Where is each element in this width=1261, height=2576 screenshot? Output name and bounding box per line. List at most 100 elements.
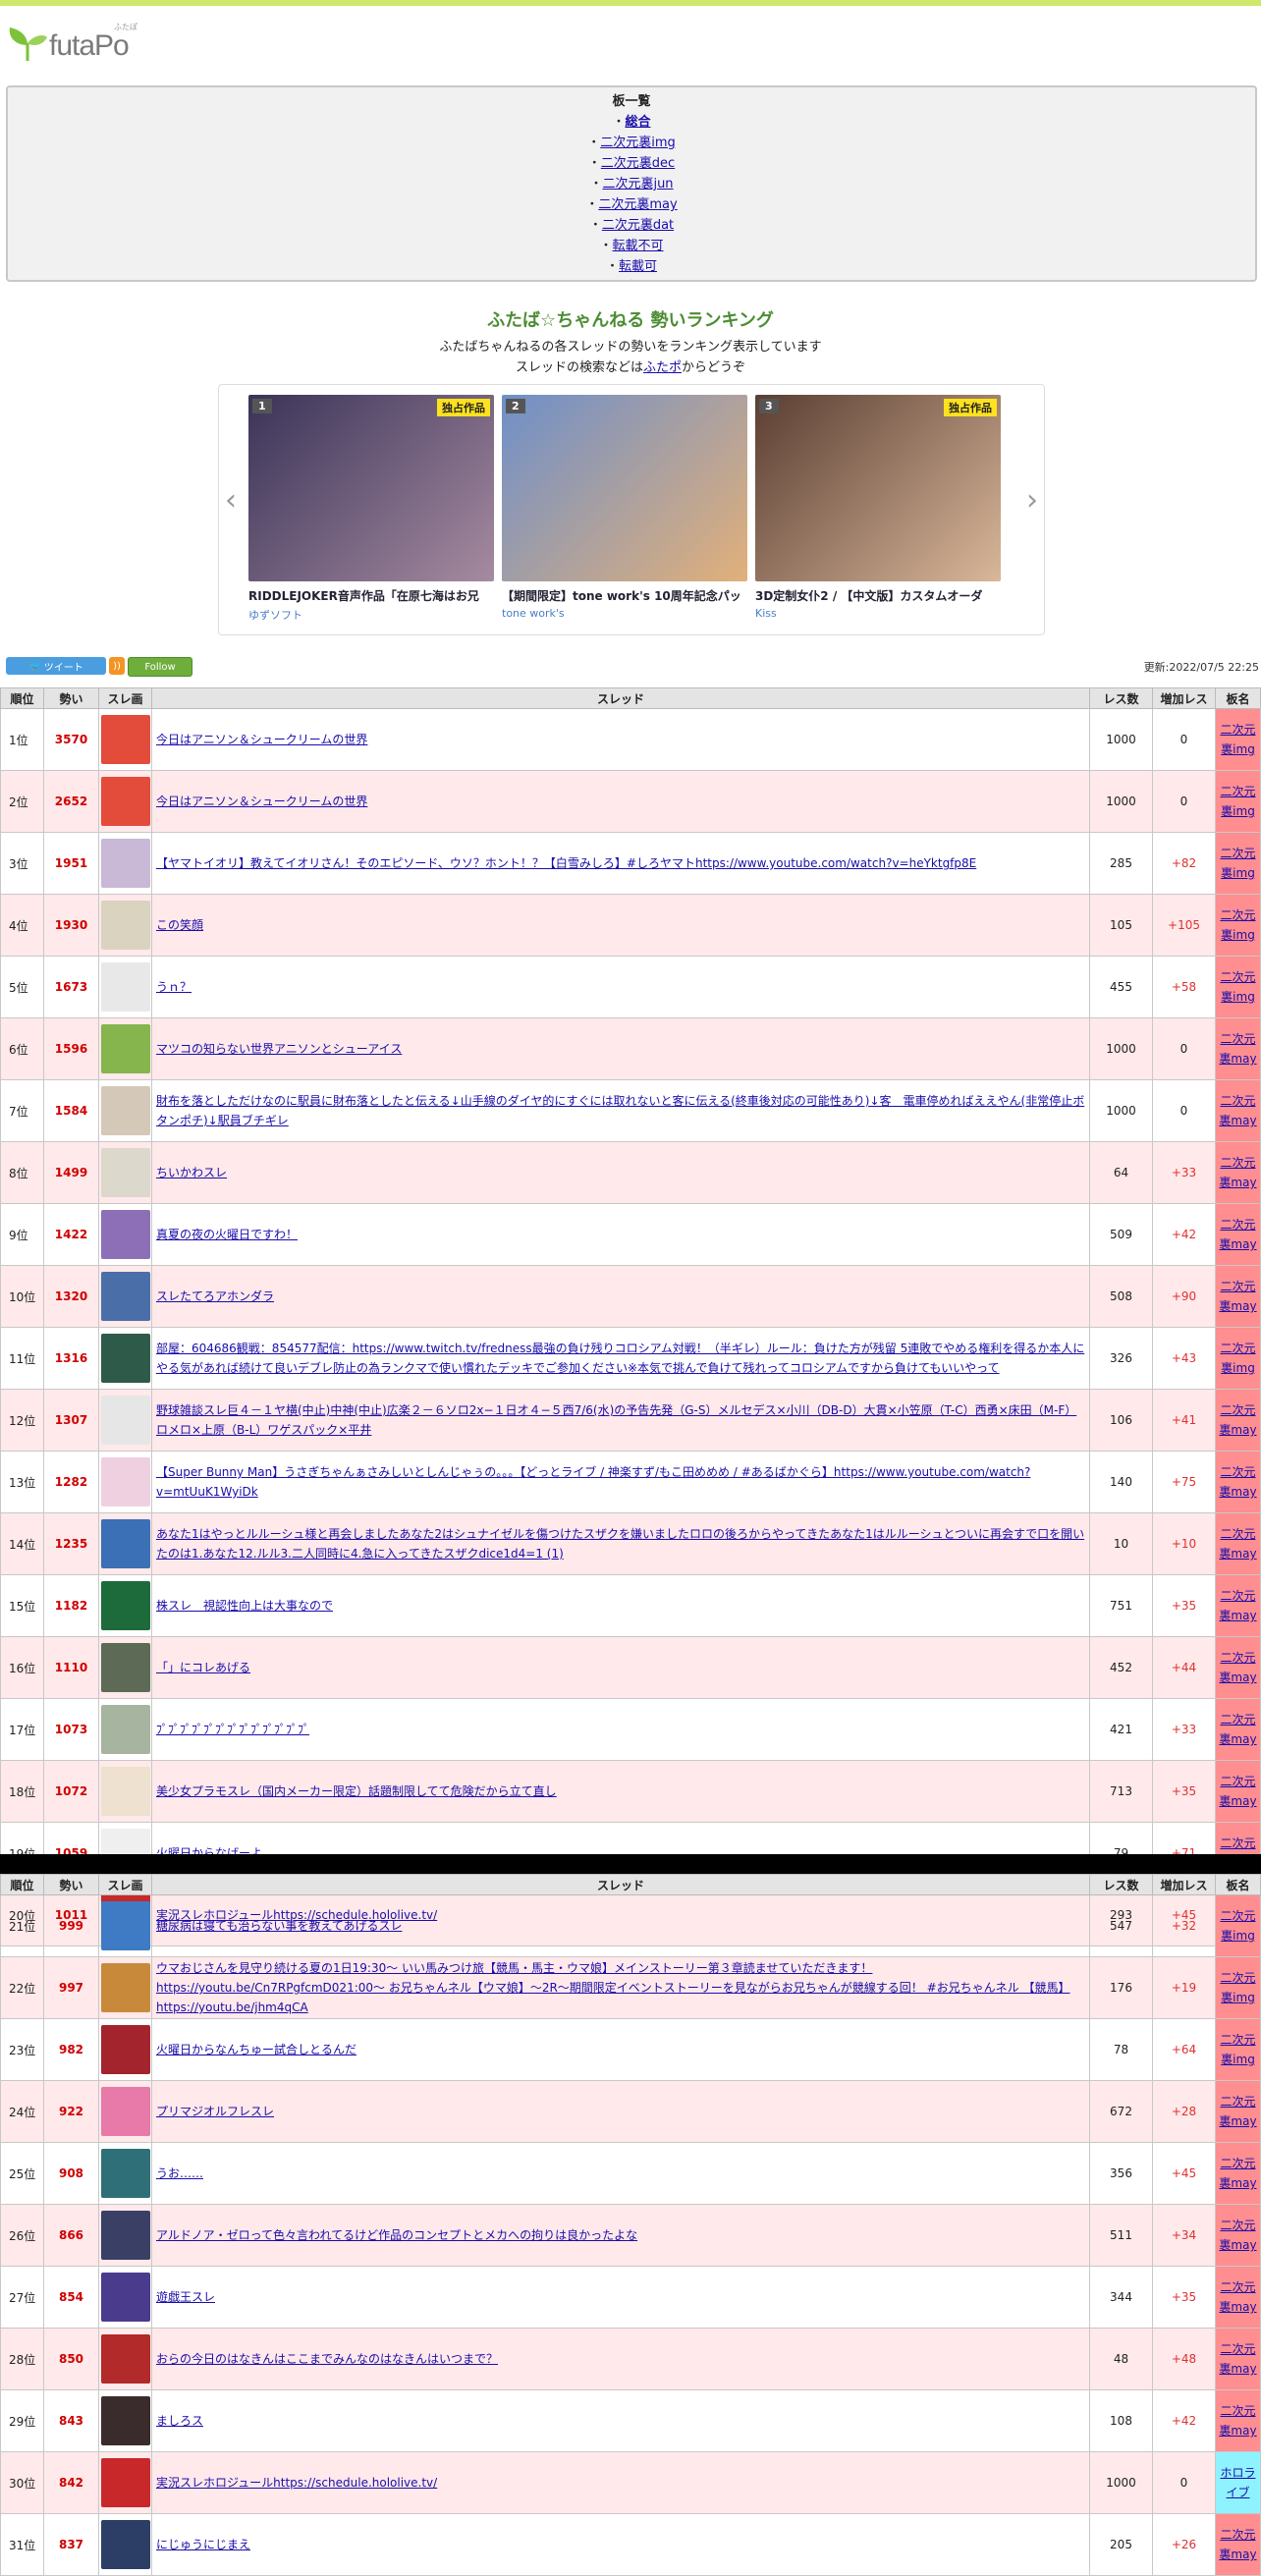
thread-thumbnail[interactable] bbox=[98, 2204, 152, 2267]
board-name-link[interactable]: 二次元裏may bbox=[1219, 2528, 1256, 2561]
thread-link[interactable]: 美少女プラモスレ（国内メーカー限定）話題制限してて危険だから立て直し bbox=[156, 1784, 557, 1798]
thread-link[interactable]: 野球雑談スレ巨４－１ヤ横(中止)中神(中止)広楽２－６ソロ2x−１日オ４−５西7… bbox=[156, 1403, 1076, 1437]
slide-brand[interactable]: tone work's bbox=[502, 607, 747, 620]
board-name-link[interactable]: ホロライブ bbox=[1220, 2466, 1255, 2499]
board-name-link[interactable]: 二次元裏img bbox=[1220, 1971, 1255, 2004]
thread-thumbnail[interactable] bbox=[98, 1389, 152, 1452]
board-link[interactable]: 転載可 bbox=[619, 259, 657, 274]
thread-thumbnail[interactable] bbox=[98, 708, 152, 771]
thread-link[interactable]: 火曜日からなんちゅー試合しとるんだ bbox=[156, 2043, 356, 2056]
thread-link[interactable]: 財布を落としただけなのに駅員に財布落としたと伝える↓山手線のダイヤ的にすぐには取… bbox=[156, 1094, 1084, 1127]
board-name-link[interactable]: 二次元裏may bbox=[1219, 1775, 1256, 1808]
slide-caption[interactable]: RIDDLEJOKER音声作品「在原七海はお兄 bbox=[248, 587, 494, 604]
board-name-link[interactable]: 二次元裏may bbox=[1219, 1280, 1256, 1313]
thread-thumbnail[interactable] bbox=[98, 2080, 152, 2143]
thread-thumbnail[interactable] bbox=[98, 1512, 152, 1575]
thread-link[interactable]: ﾌﾟﾌﾟﾌﾟﾌﾟﾌﾟﾌﾟﾌﾟﾌﾟﾌﾟﾌﾟﾌﾟﾌﾟﾌﾟ bbox=[156, 1723, 309, 1736]
tweet-button[interactable]: 🐦 ツイート bbox=[6, 657, 106, 675]
thread-thumbnail[interactable] bbox=[98, 1203, 152, 1266]
thread-thumbnail[interactable] bbox=[98, 1956, 152, 2019]
thread-thumbnail[interactable] bbox=[98, 832, 152, 895]
thread-link[interactable]: 部屋：604686観戦：854577配信：https://www.twitch.… bbox=[156, 1342, 1084, 1375]
board-name-link[interactable]: 二次元裏may bbox=[1219, 1589, 1256, 1622]
board-name-link[interactable]: 二次元裏may bbox=[1219, 1032, 1256, 1066]
slide-caption[interactable]: 3D定制女仆2 / 【中文版】カスタムオーダ bbox=[755, 587, 1001, 604]
board-name-link[interactable]: 二次元裏img bbox=[1220, 785, 1255, 818]
board-name-link[interactable]: 二次元裏img bbox=[1220, 1342, 1255, 1375]
thread-link[interactable]: アルドノア・ゼロって色々言われてるけど作品のコンセプトとメカへの拘りは良かったよ… bbox=[156, 2228, 637, 2242]
board-name-link[interactable]: 二次元裏may bbox=[1219, 2404, 1256, 2438]
thread-link[interactable]: 株スレ 視認性向上は大事なので bbox=[156, 1599, 333, 1613]
board-link[interactable]: 二次元裏dat bbox=[602, 218, 674, 233]
thread-thumbnail[interactable] bbox=[98, 1574, 152, 1637]
board-link[interactable]: 二次元裏may bbox=[598, 197, 677, 212]
board-name-link[interactable]: 二次元裏img bbox=[1220, 2033, 1255, 2066]
board-link[interactable]: 転載不可 bbox=[613, 239, 664, 253]
thread-link[interactable]: ましろス bbox=[156, 2414, 203, 2428]
thread-thumbnail[interactable] bbox=[98, 770, 152, 833]
board-name-link[interactable]: 二次元裏may bbox=[1219, 1713, 1256, 1746]
thread-thumbnail[interactable] bbox=[98, 2266, 152, 2329]
board-name-link[interactable]: 二次元裏may bbox=[1219, 2219, 1256, 2252]
thread-thumbnail[interactable] bbox=[98, 1265, 152, 1328]
thread-thumbnail[interactable] bbox=[98, 2142, 152, 2205]
board-link[interactable]: 二次元… bbox=[613, 280, 664, 282]
board-name-link[interactable]: 二次元裏img bbox=[1220, 908, 1255, 942]
thread-thumbnail[interactable] bbox=[98, 1894, 152, 1957]
board-name-link[interactable]: 二次元裏img bbox=[1220, 723, 1255, 756]
board-link[interactable]: 二次元裏dec bbox=[601, 156, 675, 171]
thread-link[interactable]: 糖尿病は寝ても治らない事を教えてあげるスレ bbox=[156, 1919, 402, 1933]
thread-link[interactable]: うｎ？ bbox=[156, 980, 192, 994]
thread-thumbnail[interactable] bbox=[98, 1141, 152, 1204]
thread-link[interactable]: 今日はアニソン＆シュークリームの世界 bbox=[156, 733, 367, 746]
slide-image[interactable]: 3 独占作品 bbox=[755, 395, 1001, 581]
thread-link[interactable]: マツコの知らない世界アニソンとシューアイス bbox=[156, 1042, 402, 1056]
board-name-link[interactable]: 二次元裏may bbox=[1219, 1403, 1256, 1437]
carousel-prev-arrow-icon[interactable]: ‹ bbox=[225, 483, 237, 518]
slide-caption[interactable]: 【期間限定】tone work's 10周年記念パッ bbox=[502, 587, 747, 604]
thread-link[interactable]: 真夏の夜の火曜日ですわ！ bbox=[156, 1228, 298, 1241]
thread-link[interactable]: 【Super Bunny Man】うさぎちゃんぁさみしいとしんじゃぅの。。。【ど… bbox=[156, 1465, 1030, 1499]
site-logo[interactable]: futaPo ふたぽ bbox=[6, 20, 143, 65]
board-name-link[interactable]: 二次元裏may bbox=[1219, 1156, 1256, 1189]
thread-link[interactable]: ちいかわスレ bbox=[156, 1166, 227, 1179]
board-name-link[interactable]: 二次元裏img bbox=[1220, 970, 1255, 1004]
carousel-slide[interactable]: 3 独占作品 3D定制女仆2 / 【中文版】カスタムオーダ Kiss bbox=[755, 395, 1001, 620]
thread-thumbnail[interactable] bbox=[98, 894, 152, 957]
carousel-slide[interactable]: 1 独占作品 RIDDLEJOKER音声作品「在原七海はお兄 ゆずソフト bbox=[248, 395, 494, 623]
thread-link[interactable]: あなた1はやっとルルーシュ様と再会しましたあなた2はシュナイゼルを傷つけたスザク… bbox=[156, 1527, 1084, 1561]
thread-link[interactable]: にじゅうにじまえ bbox=[156, 2538, 250, 2551]
thread-thumbnail[interactable] bbox=[98, 1327, 152, 1390]
board-name-link[interactable]: 二次元裏img bbox=[1220, 1909, 1255, 1943]
slide-image[interactable]: 1 独占作品 bbox=[248, 395, 494, 581]
futapo-link[interactable]: ふたポ bbox=[643, 360, 682, 375]
thread-thumbnail[interactable] bbox=[98, 1451, 152, 1513]
board-name-link[interactable]: 二次元裏img bbox=[1220, 847, 1255, 880]
thread-link[interactable]: ウマおじさんを見守り続ける夏の1日19:30〜 いい馬みつけ旅【競馬・馬主・ウマ… bbox=[156, 1961, 1070, 2014]
thread-thumbnail[interactable] bbox=[98, 2451, 152, 2514]
thread-thumbnail[interactable] bbox=[98, 1636, 152, 1699]
thread-link[interactable]: スレたてろアホンダラ bbox=[156, 1289, 274, 1303]
board-name-link[interactable]: 二次元裏may bbox=[1219, 2157, 1256, 2190]
thread-thumbnail[interactable] bbox=[98, 1760, 152, 1823]
thread-thumbnail[interactable] bbox=[98, 2018, 152, 2081]
carousel-next-arrow-icon[interactable]: › bbox=[1026, 483, 1038, 518]
board-link[interactable]: 二次元裏img bbox=[600, 136, 676, 150]
thread-thumbnail[interactable] bbox=[98, 956, 152, 1018]
board-link[interactable]: 総合 bbox=[626, 115, 651, 130]
board-name-link[interactable]: 二次元裏may bbox=[1219, 1218, 1256, 1251]
board-name-link[interactable]: 二次元裏may bbox=[1219, 1465, 1256, 1499]
board-name-link[interactable]: 二次元裏may bbox=[1219, 1527, 1256, 1561]
slide-brand[interactable]: Kiss bbox=[755, 607, 1001, 620]
thread-thumbnail[interactable] bbox=[98, 1017, 152, 1080]
thread-thumbnail[interactable] bbox=[98, 2513, 152, 2576]
thread-link[interactable]: 【ヤマトイオリ】教えてイオリさん！そのエピソード、ウソ？ホント！？【白雪みしろ】… bbox=[156, 856, 976, 870]
follow-button[interactable]: Follow bbox=[128, 657, 192, 677]
thread-thumbnail[interactable] bbox=[98, 2328, 152, 2390]
thread-link[interactable]: 「」にコレあげる bbox=[156, 1661, 250, 1674]
board-name-link[interactable]: 二次元裏may bbox=[1219, 1651, 1256, 1684]
thread-thumbnail[interactable] bbox=[98, 2389, 152, 2452]
thread-link[interactable]: この笑顔 bbox=[156, 918, 203, 932]
thread-link[interactable]: プリマジオルフレスレ bbox=[156, 2105, 274, 2118]
thread-link[interactable]: おらの今日のはなきんはここまでみんなのはなきんはいつまで？ bbox=[156, 2352, 498, 2366]
